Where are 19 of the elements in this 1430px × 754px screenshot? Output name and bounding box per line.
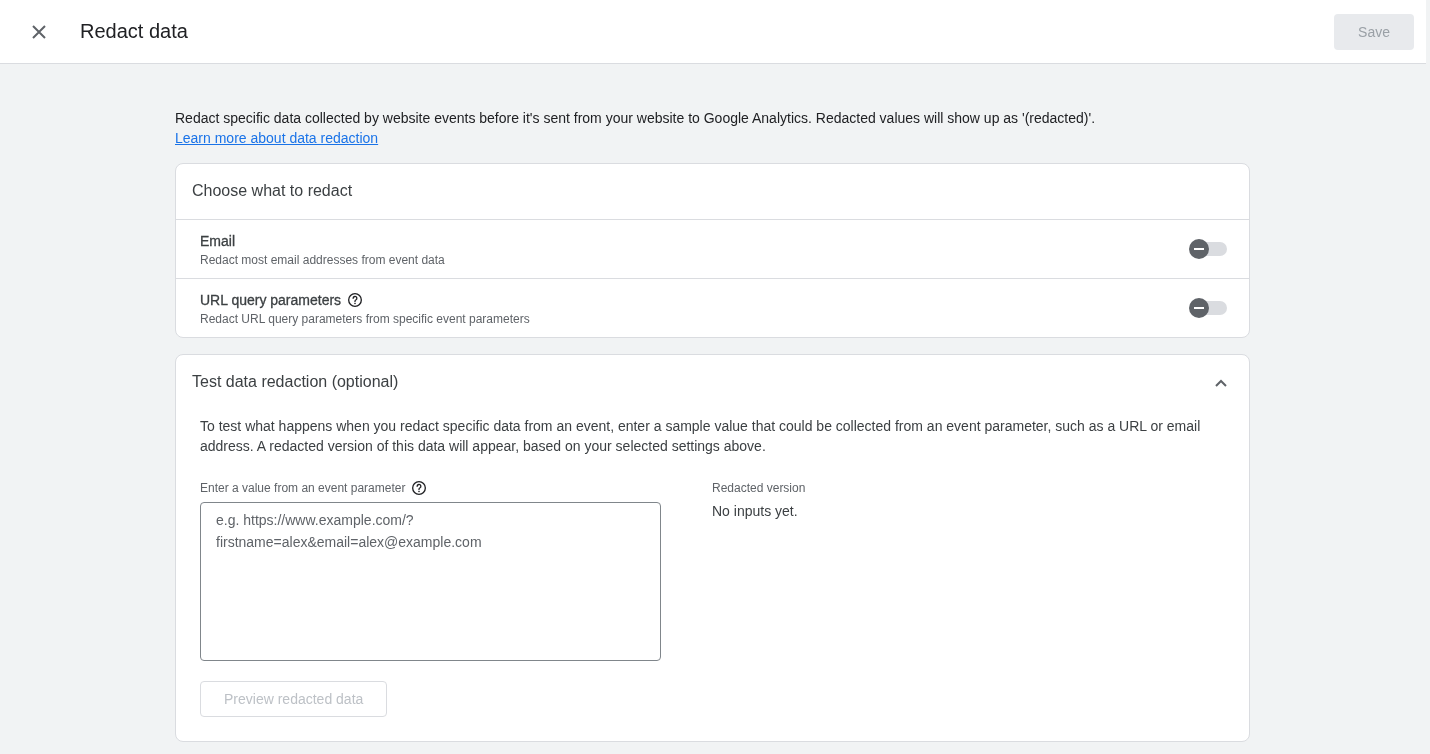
- learn-more-link[interactable]: Learn more about data redaction: [175, 130, 379, 146]
- chevron-icon[interactable]: [1215, 378, 1227, 387]
- option-label: Email: [200, 233, 235, 249]
- description-text: To test what happens when you redact specific data from an event, enter a sample value that could be collected from an event parameter, such as a URL or email address. A redacted version of this data will appear, based on your selected settings above.: [200, 417, 1202, 456]
- help-icon[interactable]: [347, 292, 364, 308]
- result-text: No inputs yet.: [712, 503, 799, 519]
- result-label: Redacted version: [712, 481, 806, 495]
- card-title: Choose what to redact: [176, 164, 1249, 220]
- page-title: Redact data: [80, 20, 189, 43]
- option-description: Redact most email addresses from event data: [200, 253, 446, 267]
- field-label: Enter a value from an event parameter: [200, 481, 406, 495]
- intro-text: Redact specific data collected by website events before it's sent from your website to Google Analytics. Redacted values will show up as '(redacted)'. Learn more about data redaction: [175, 109, 1097, 148]
- help-icon[interactable]: [411, 480, 428, 496]
- option-label: URL query parameters: [200, 292, 342, 308]
- toggle-switch[interactable]: [1189, 298, 1227, 318]
- card-title: Test data redaction (optional): [191, 372, 400, 392]
- value-input-field[interactable]: e.g. https://www.example.com/? firstname=alex&email=alex@example.com: [200, 502, 661, 661]
- option-description: Redact URL query parameters from specific event parameters: [200, 312, 531, 326]
- toggle-switch[interactable]: [1189, 239, 1227, 259]
